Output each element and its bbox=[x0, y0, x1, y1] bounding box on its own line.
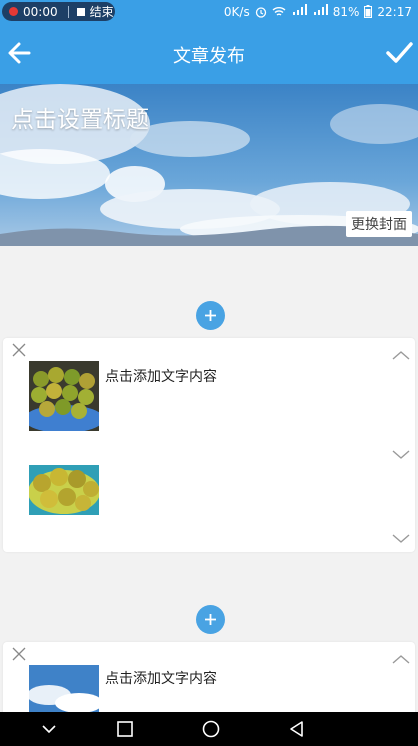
nav-recents-button[interactable] bbox=[116, 720, 134, 738]
signal-4g-icon bbox=[312, 4, 328, 19]
chevron-down-icon bbox=[392, 450, 410, 459]
chevron-down-icon bbox=[392, 534, 410, 543]
battery-level: 81% bbox=[332, 4, 360, 19]
alarm-icon bbox=[255, 6, 266, 18]
text-content-field[interactable]: 点击添加文字内容 bbox=[105, 366, 217, 386]
cover-image[interactable]: 点击设置标题 更换封面 bbox=[0, 84, 418, 246]
publish-confirm-button[interactable] bbox=[384, 38, 414, 68]
delete-card-button[interactable] bbox=[11, 342, 27, 358]
oranges-bowl-picture bbox=[29, 361, 99, 431]
move-up-button[interactable] bbox=[391, 346, 411, 360]
system-nav-bar bbox=[0, 712, 418, 746]
move-down-button[interactable] bbox=[391, 446, 411, 459]
add-section-button[interactable] bbox=[196, 301, 225, 330]
chevron-up-icon bbox=[392, 655, 410, 664]
wifi-icon bbox=[272, 7, 286, 16]
circle-icon bbox=[202, 720, 220, 738]
move-up-button[interactable] bbox=[391, 650, 411, 664]
text-content-field[interactable]: 点击添加文字内容 bbox=[105, 668, 217, 688]
change-cover-button[interactable]: 更换封面 bbox=[346, 211, 412, 237]
triangle-back-icon bbox=[290, 721, 303, 737]
close-icon bbox=[12, 343, 26, 357]
divider bbox=[67, 5, 69, 18]
content-image[interactable] bbox=[29, 465, 99, 515]
signal-3g-icon bbox=[291, 4, 307, 19]
app-bar: 文章发布 bbox=[0, 24, 418, 84]
check-icon bbox=[386, 42, 413, 63]
status-bar: 00:00 结束 0K/s 81% 22:17 bbox=[0, 0, 418, 24]
content-image[interactable] bbox=[29, 361, 99, 431]
net-speed: 0K/s bbox=[223, 4, 250, 19]
delete-card-button[interactable] bbox=[11, 646, 27, 662]
battery-icon bbox=[364, 5, 373, 18]
nav-back-button[interactable] bbox=[288, 720, 306, 738]
plus-icon bbox=[205, 310, 216, 321]
status-indicators: 0K/s 81% 22:17 bbox=[224, 4, 412, 19]
recording-time: 00:00 bbox=[23, 4, 58, 19]
content-card: 点击添加文字内容 bbox=[3, 642, 415, 735]
title-input[interactable]: 点击设置标题 bbox=[11, 100, 149, 134]
chevron-down-icon bbox=[42, 725, 56, 734]
plus-icon bbox=[205, 614, 216, 625]
move-down-button[interactable] bbox=[391, 530, 411, 543]
close-icon bbox=[12, 647, 26, 661]
oranges-plate-picture bbox=[29, 465, 99, 515]
nav-hide-button[interactable] bbox=[40, 720, 58, 738]
screen-recording-pill[interactable]: 00:00 结束 bbox=[2, 2, 115, 21]
square-icon bbox=[117, 721, 133, 737]
clock: 22:17 bbox=[377, 4, 412, 19]
content-card: 点击添加文字内容 bbox=[3, 338, 415, 552]
record-dot-icon bbox=[9, 7, 18, 16]
nav-home-button[interactable] bbox=[202, 720, 220, 738]
add-section-button[interactable] bbox=[196, 605, 225, 634]
stop-recording-label[interactable]: 结束 bbox=[90, 3, 114, 20]
page-title: 文章发布 bbox=[173, 46, 245, 67]
stop-icon bbox=[76, 7, 85, 16]
chevron-up-icon bbox=[392, 351, 410, 360]
